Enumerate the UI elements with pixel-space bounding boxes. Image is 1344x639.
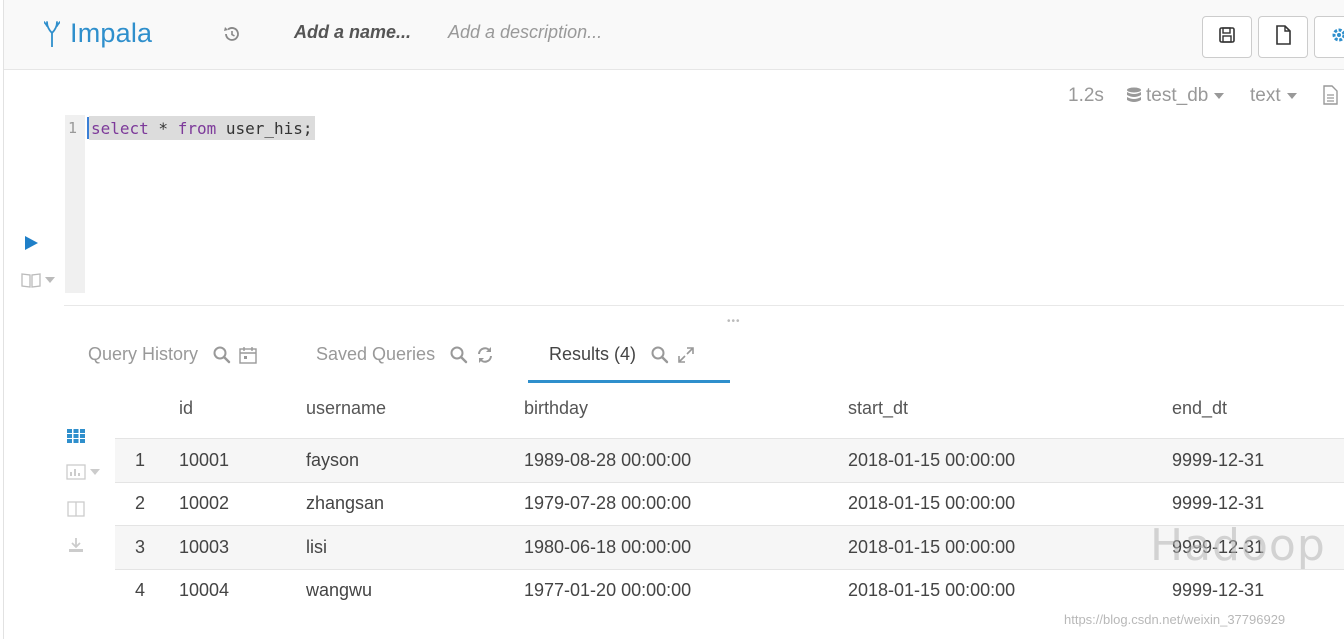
active-tab-indicator (528, 380, 730, 383)
cell-id: 10001 (179, 450, 230, 470)
database-icon (1126, 87, 1142, 105)
chart-icon (66, 464, 86, 480)
tab-results[interactable]: Results (4) (549, 344, 702, 365)
refresh-icon[interactable] (475, 345, 501, 365)
tab-label: Saved Queries (316, 344, 436, 364)
row-number: 4 (135, 580, 146, 600)
tab-label: Query History (88, 344, 199, 364)
editor-gutter (65, 115, 85, 293)
editor-cursor (87, 117, 89, 139)
cell-end-dt: 9999-12-31 (1172, 493, 1265, 513)
grid-icon (66, 428, 86, 444)
columns-icon (66, 501, 86, 517)
document-button[interactable] (1322, 85, 1338, 105)
table-row[interactable] (115, 570, 1344, 613)
app-name: Impala (70, 18, 153, 48)
cell-birthday: 1977-01-20 00:00:00 (524, 580, 692, 600)
editor-header: Impala Add a name... Add a description..… (4, 0, 1344, 70)
chevron-down-icon (90, 469, 100, 475)
search-icon[interactable] (212, 345, 238, 365)
tab-label: Results (4) (549, 344, 637, 364)
resize-handle[interactable]: ••• (727, 316, 741, 327)
source-url: https://blog.csdn.net/weixin_37796929 (1064, 612, 1286, 627)
cell-id: 10003 (179, 537, 230, 557)
sql-keyword: select (91, 119, 149, 138)
cell-birthday: 1979-07-28 00:00:00 (524, 493, 692, 513)
column-header-username[interactable]: username (306, 398, 386, 419)
save-icon (1218, 26, 1236, 49)
chart-view-button[interactable] (66, 464, 100, 480)
save-button[interactable] (1202, 16, 1252, 58)
table-row[interactable] (115, 439, 1344, 482)
line-number: 1 (68, 119, 78, 137)
database-name: test_db (1146, 85, 1209, 106)
cell-birthday: 1989-08-28 00:00:00 (524, 450, 692, 470)
chevron-down-icon (45, 277, 55, 283)
sql-token: * (148, 119, 178, 138)
chevron-down-icon (1214, 93, 1225, 99)
type-name: text (1250, 85, 1281, 106)
new-query-button[interactable] (1258, 16, 1308, 58)
expand-icon[interactable] (676, 345, 702, 365)
column-header-birthday[interactable]: birthday (524, 398, 588, 419)
cell-start-dt: 2018-01-15 00:00:00 (848, 537, 1016, 557)
grid-view-button[interactable] (66, 428, 86, 444)
app-logo: Impala (44, 18, 152, 49)
column-header-id[interactable]: id (179, 398, 193, 419)
sql-token: user_his; (216, 119, 313, 138)
play-icon[interactable] (25, 236, 38, 250)
cell-end-dt: 9999-12-31 (1172, 580, 1265, 600)
column-header-start-dt[interactable]: start_dt (848, 398, 908, 419)
row-number: 1 (135, 450, 146, 470)
document-icon (1322, 85, 1338, 105)
query-description-field[interactable]: Add a description... (448, 22, 602, 43)
tab-query-history[interactable]: Query History (88, 344, 264, 365)
tab-saved-queries[interactable]: Saved Queries (316, 344, 501, 365)
cell-username: zhangsan (306, 493, 385, 513)
history-icon (222, 27, 242, 48)
watermark: Hadoop (1150, 520, 1326, 571)
sql-editor-line[interactable]: select * from user_his; (89, 116, 315, 140)
new-document-icon (1274, 24, 1292, 50)
history-button[interactable] (222, 24, 244, 46)
cell-start-dt: 2018-01-15 00:00:00 (848, 580, 1016, 600)
row-number: 3 (135, 537, 146, 557)
left-edge-line (3, 0, 4, 639)
columns-button[interactable] (66, 501, 86, 517)
download-button[interactable] (66, 537, 86, 553)
execution-time: 1.2s (1068, 85, 1104, 106)
download-icon (66, 537, 86, 553)
cell-id: 10004 (179, 580, 230, 600)
settings-button[interactable] (1314, 16, 1344, 58)
sql-keyword: from (177, 119, 217, 138)
impala-logo-icon (44, 20, 60, 47)
search-icon[interactable] (650, 345, 676, 365)
chevron-down-icon (1286, 93, 1297, 99)
snippet-menu[interactable] (21, 272, 55, 288)
cell-start-dt: 2018-01-15 00:00:00 (848, 493, 1016, 513)
cell-username: fayson (306, 450, 360, 470)
cell-start-dt: 2018-01-15 00:00:00 (848, 450, 1016, 470)
database-selector[interactable]: test_db (1126, 85, 1225, 107)
calendar-icon[interactable] (238, 345, 264, 365)
cell-birthday: 1980-06-18 00:00:00 (524, 537, 692, 557)
editor-divider (64, 305, 1344, 306)
search-icon[interactable] (449, 345, 475, 365)
cell-id: 10002 (179, 493, 230, 513)
cell-end-dt: 9999-12-31 (1172, 450, 1265, 470)
gear-icon (1330, 26, 1344, 49)
column-header-end-dt[interactable]: end_dt (1172, 398, 1227, 419)
cell-username: lisi (306, 537, 327, 557)
cell-username: wangwu (306, 580, 373, 600)
book-icon (21, 272, 41, 288)
query-name-field[interactable]: Add a name... (294, 22, 411, 43)
row-number: 2 (135, 493, 146, 513)
type-selector[interactable]: text (1250, 85, 1297, 107)
